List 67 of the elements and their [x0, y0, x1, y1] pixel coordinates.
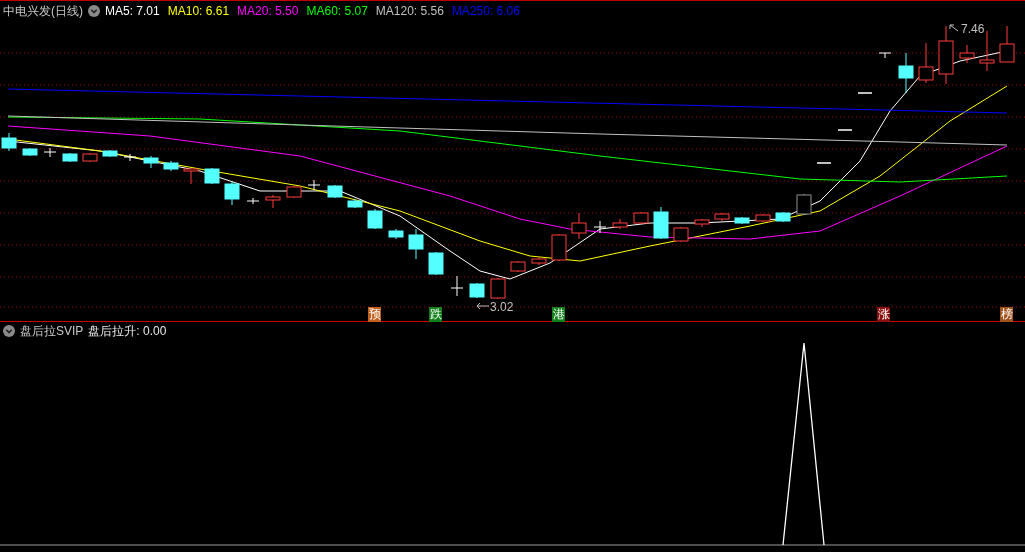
high-price-label: 7.46: [949, 22, 985, 36]
ma-legend-label: MA250: 6.06: [451, 4, 520, 18]
candlestick: [938, 25, 954, 85]
candlestick: [593, 220, 607, 234]
candlestick: [469, 282, 485, 299]
candlestick: [22, 147, 38, 157]
ma-legend-label: MA5: 7.01: [105, 4, 160, 18]
candlestick: [143, 155, 159, 169]
candlestick: [1, 132, 17, 152]
candlestick: [653, 206, 669, 240]
ma-legend-label: MA10: 6.61: [167, 4, 230, 18]
candlestick: [878, 52, 892, 59]
candlestick: [490, 277, 506, 300]
signal-marker: 港: [552, 307, 565, 322]
ma-legend-label: MA120: 5.56: [375, 4, 444, 18]
candlestick: [694, 218, 710, 228]
candlestick: [571, 212, 587, 240]
candlestick: [428, 251, 444, 276]
candlestick: [673, 226, 689, 243]
candlestick: [347, 198, 363, 209]
signal-marker: 预: [368, 307, 381, 322]
indicator-reading: 盘后拉升: 0.00: [88, 322, 167, 340]
candlestick: [327, 184, 343, 199]
candlestick: [510, 260, 526, 273]
candlestick: [183, 168, 199, 185]
candlestick: [898, 52, 914, 94]
candlestick: [307, 179, 321, 191]
candlestick: [82, 152, 98, 163]
candlestick: [123, 153, 137, 162]
dropdown-icon[interactable]: [3, 325, 15, 337]
candlestick: [102, 149, 118, 158]
candlestick: [918, 42, 934, 84]
candlestick: [775, 211, 791, 223]
signal-marker: 跌: [429, 307, 442, 322]
candlestick: [612, 218, 628, 230]
candlestick: [551, 233, 567, 262]
candlestick: [265, 194, 281, 209]
candlestick: [388, 228, 404, 240]
candlestick: [714, 212, 730, 222]
chart-title: 中电兴发(日线): [3, 2, 83, 20]
candlestick: [408, 228, 424, 260]
candlestick: [450, 275, 464, 297]
candlestick: [755, 213, 771, 223]
candlestick: [163, 160, 179, 172]
ma-legend-label: MA60: 5.07: [306, 4, 368, 18]
indicator-name: 盘后拉SVIP: [20, 322, 84, 340]
dropdown-icon[interactable]: [88, 5, 100, 17]
candlestick: [286, 185, 302, 199]
signal-marker: 榜: [1000, 307, 1013, 322]
candlestick: [633, 211, 649, 225]
candlestick: [796, 193, 812, 216]
candlestick: [959, 44, 975, 64]
candlestick: [43, 147, 57, 158]
candlestick: [857, 92, 873, 94]
candlestick: [246, 197, 260, 205]
candlestick: [734, 216, 750, 225]
candlestick: [62, 152, 78, 163]
candlestick: [224, 180, 240, 206]
candlestick: [999, 25, 1015, 63]
candlestick: [531, 256, 547, 266]
low-price-label: 3.02: [476, 300, 514, 314]
candlestick: [816, 162, 832, 164]
candlestick: [204, 167, 220, 185]
ma-legend-label: MA20: 5.50: [237, 4, 299, 18]
candlestick: [837, 129, 853, 131]
signal-marker: 涨: [877, 307, 890, 322]
candlestick: [367, 208, 383, 230]
